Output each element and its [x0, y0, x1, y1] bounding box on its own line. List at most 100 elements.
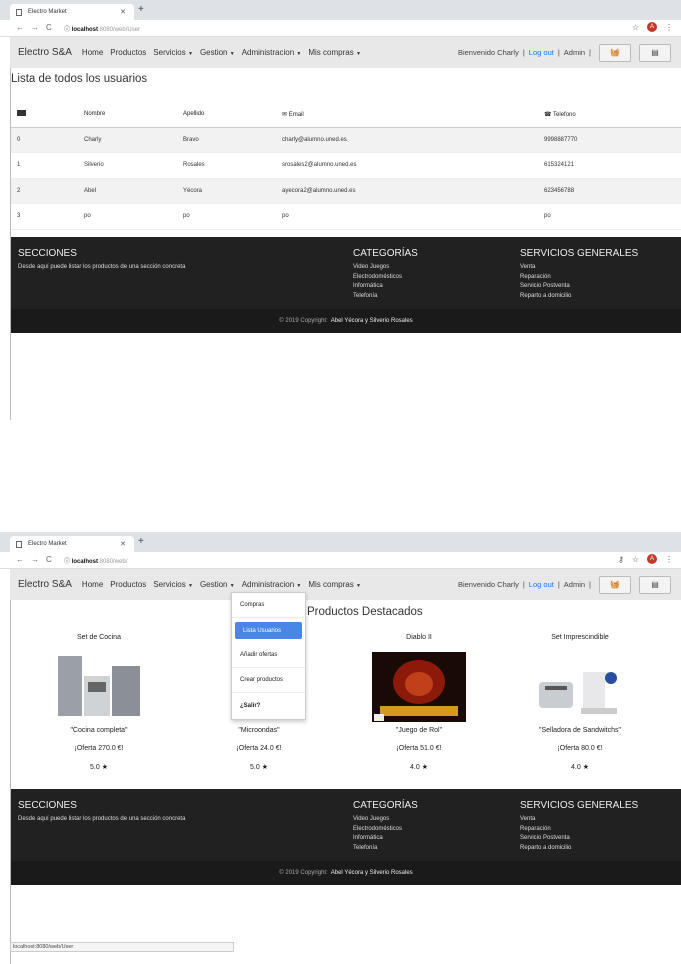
- cell-telefono: 615324121: [538, 152, 681, 179]
- product-name: Diablo II: [406, 634, 432, 641]
- footer-service-link[interactable]: Reparación: [520, 273, 638, 283]
- nav-servicios[interactable]: Servicios ▼: [153, 580, 193, 589]
- nav-arrows-icon[interactable]: ←→C: [16, 23, 59, 32]
- footer-sections-title: SECCIONES: [18, 248, 77, 259]
- close-tab-icon[interactable]: ✕: [120, 540, 126, 548]
- footer-category-link[interactable]: Video Juegos: [353, 263, 418, 273]
- footer-category-link[interactable]: Electrodomésticos: [353, 825, 418, 835]
- nav-gestion[interactable]: Gestion ▼: [200, 580, 235, 589]
- logout-link[interactable]: Log out: [529, 48, 554, 57]
- nav-home[interactable]: Home: [82, 48, 103, 57]
- logout-link[interactable]: Log out: [529, 580, 554, 589]
- nav-productos[interactable]: Productos: [110, 48, 146, 57]
- footer-category-link[interactable]: Informática: [353, 834, 418, 844]
- cell-apellido: Bravo: [177, 127, 276, 153]
- menu-item-compras[interactable]: Compras: [232, 593, 305, 618]
- cell-id: 3: [11, 203, 78, 230]
- menu-item-salir[interactable]: ¿Salir?: [232, 693, 305, 718]
- menu-item-crear-productos[interactable]: Crear productos: [232, 668, 305, 693]
- menu-icon[interactable]: ⋮: [665, 555, 673, 564]
- footer-category-link[interactable]: Telefonía: [353, 844, 418, 854]
- document-button[interactable]: ▤: [639, 575, 671, 594]
- page-title: s Productos Destacados: [298, 606, 423, 618]
- profile-avatar[interactable]: A: [647, 554, 657, 564]
- copyright-bar: © 2019 Copyright: Abel Yécora y Silverio …: [11, 861, 681, 885]
- footer-service-link[interactable]: Reparto a domicilio: [520, 844, 638, 854]
- cell-nombre: po: [78, 203, 177, 230]
- id-card-icon: [17, 110, 26, 117]
- product-image[interactable]: [52, 652, 146, 722]
- new-tab-icon[interactable]: +: [138, 536, 144, 547]
- footer-service-link[interactable]: Reparto a domicilio: [520, 292, 638, 302]
- table-row[interactable]: 1 Silverio Rosales srosales2@alumno.uned.es…: [11, 152, 681, 179]
- footer: SECCIONES Desde aquí puede listar los pro…: [11, 237, 681, 333]
- cell-email: po: [276, 203, 538, 230]
- nav-gestion[interactable]: Gestion ▼: [200, 48, 235, 57]
- document-button[interactable]: ▤: [639, 43, 671, 62]
- cell-id: 1: [11, 152, 78, 179]
- cart-button[interactable]: 🧺: [599, 43, 631, 62]
- nav-mis-compras[interactable]: Mis compras ▼: [308, 580, 361, 589]
- cart-button[interactable]: 🧺: [599, 575, 631, 594]
- cell-email: ayecora2@alumno.uned.es: [276, 178, 538, 204]
- nav-mis-compras[interactable]: Mis compras ▼: [308, 48, 361, 57]
- key-icon[interactable]: ⚷: [618, 555, 624, 564]
- footer-category-link[interactable]: Telefonía: [353, 292, 418, 302]
- cell-apellido: po: [177, 203, 276, 230]
- footer-service-link[interactable]: Servicio Postventa: [520, 282, 638, 292]
- url-field[interactable]: ⓘ localhost:8080/web/User: [64, 24, 140, 33]
- brand[interactable]: Electro S&A: [18, 579, 72, 590]
- users-screenshot: Electro Market ✕ + ←→C ⓘ localhost:8080/w…: [0, 0, 681, 420]
- copyright-authors[interactable]: Abel Yécora y Silverio Rosales: [331, 318, 413, 324]
- footer-service-link[interactable]: Servicio Postventa: [520, 834, 638, 844]
- table-header: Nombre Apellido ✉ Email ☎ Telefono: [11, 102, 681, 128]
- nav-home[interactable]: Home: [82, 580, 103, 589]
- cell-id: 0: [11, 127, 78, 153]
- cell-telefono: 9998887770: [538, 127, 681, 153]
- profile-avatar[interactable]: A: [647, 22, 657, 32]
- cell-telefono: po: [538, 203, 681, 230]
- nav-servicios[interactable]: Servicios ▼: [153, 48, 193, 57]
- footer-service-link[interactable]: Reparación: [520, 825, 638, 835]
- footer-category-link[interactable]: Informática: [353, 282, 418, 292]
- menu-icon[interactable]: ⋮: [665, 23, 673, 32]
- cell-apellido: Yécora: [177, 178, 276, 204]
- product-card[interactable]: Set de Cocina "Cocina completa" ¡Oferta …: [24, 634, 174, 784]
- product-card[interactable]: Diablo II "Juego de Rol" ¡Oferta 51.0 €!…: [344, 634, 494, 784]
- product-image[interactable]: [372, 652, 466, 722]
- cell-nombre: Abel: [78, 178, 177, 204]
- nav-arrows-icon[interactable]: ←→C: [16, 555, 59, 564]
- product-rating: 4.0 ★: [410, 764, 428, 771]
- product-image[interactable]: [533, 652, 627, 722]
- copyright-bar: © 2019 Copyright: Abel Yécora y Silverio …: [11, 309, 681, 333]
- footer-service-link[interactable]: Venta: [520, 815, 638, 825]
- menu-item-lista-usuarios[interactable]: Lista Usuarios: [235, 622, 302, 639]
- star-icon[interactable]: ☆: [632, 555, 639, 564]
- copyright-authors[interactable]: Abel Yécora y Silverio Rosales: [331, 870, 413, 876]
- footer-categories-title: CATEGORÍAS: [353, 800, 418, 811]
- product-offer: ¡Oferta 51.0 €!: [396, 745, 442, 752]
- brand[interactable]: Electro S&A: [18, 47, 72, 58]
- status-bar-url: localhost:8080/web/User: [10, 942, 234, 952]
- browser-tab[interactable]: Electro Market ✕: [10, 536, 134, 552]
- table-row[interactable]: 2 Abel Yécora ayecora2@alumno.uned.es 623456…: [11, 178, 681, 204]
- product-name: Set de Cocina: [77, 634, 121, 641]
- nav-administracion[interactable]: Administracion ▼: [242, 580, 302, 589]
- footer-sections-text: Desde aquí puede listar los productos de…: [18, 816, 186, 822]
- footer-sections-text: Desde aquí puede listar los productos de…: [18, 264, 186, 270]
- menu-item-anadir-ofertas[interactable]: Añadir ofertas: [232, 643, 305, 668]
- url-field[interactable]: ⓘ localhost:8080/web/: [64, 556, 127, 565]
- footer-category-link[interactable]: Video Juegos: [353, 815, 418, 825]
- product-card[interactable]: Set Imprescindible "Selladora de Sandwit…: [505, 634, 655, 784]
- new-tab-icon[interactable]: +: [138, 4, 144, 15]
- browser-tab[interactable]: Electro Market ✕: [10, 4, 134, 20]
- nav-productos[interactable]: Productos: [110, 580, 146, 589]
- star-icon[interactable]: ☆: [632, 23, 639, 32]
- nav-administracion[interactable]: Administracion ▼: [242, 48, 302, 57]
- close-tab-icon[interactable]: ✕: [120, 8, 126, 16]
- table-row[interactable]: 0 Charly Bravo charly@alumno.uned.es 9998887…: [11, 127, 681, 153]
- footer-category-link[interactable]: Electrodomésticos: [353, 273, 418, 283]
- footer-service-link[interactable]: Venta: [520, 263, 638, 273]
- table-row[interactable]: 3 po po po po: [11, 203, 681, 230]
- file-icon: ▤: [651, 48, 659, 57]
